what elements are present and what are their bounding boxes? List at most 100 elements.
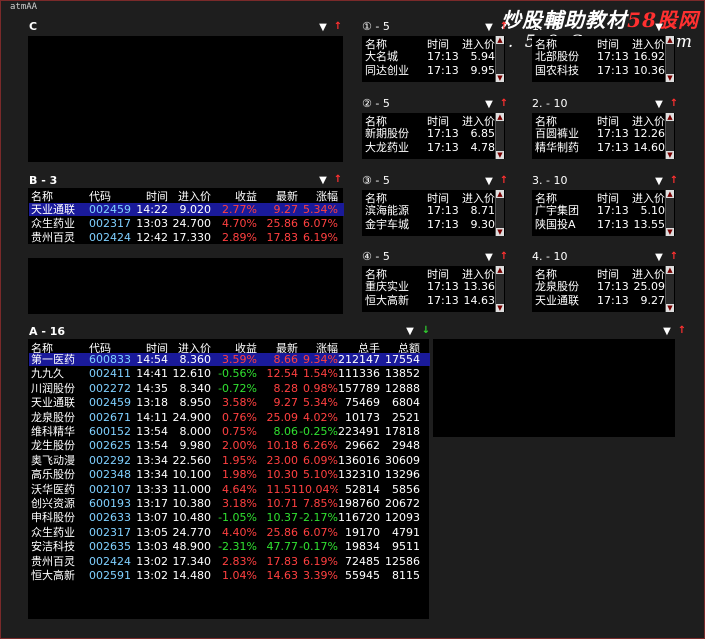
dropdown-icon[interactable]: ▼	[484, 177, 494, 187]
scrollbar[interactable]: ▲ ▼	[495, 266, 504, 312]
scrollbar[interactable]: ▲ ▼	[665, 190, 674, 236]
table-row[interactable]: 第一医药 600833 14:54 8.360 3.59% 8.66 9.34% 212147…	[29, 353, 430, 366]
cell-entry: 8.360	[179, 353, 212, 366]
scroll-up-icon[interactable]: ▲	[496, 266, 504, 274]
list-item[interactable]: 滨海能源 17:13 8.71	[365, 204, 495, 217]
table-row[interactable]: 九九久 002411 14:41 12.610 -0.56% 12.54 1.54% 1113…	[29, 367, 430, 380]
scroll-up-icon[interactable]: ▲	[496, 113, 504, 121]
scroll-down-icon[interactable]: ▼	[496, 228, 504, 236]
scrollbar[interactable]: ▲ ▼	[495, 113, 504, 159]
scroll-up-icon[interactable]: ▲	[666, 190, 674, 198]
sort-up-icon[interactable]: ↑	[499, 22, 509, 32]
list-item[interactable]: 恒大高新 17:13 14.63	[365, 294, 495, 307]
column-header[interactable]: 时间	[136, 188, 168, 204]
table-row[interactable]: 维科精华 600152 13:54 8.000 0.75% 8.06 -0.25% 22349…	[29, 425, 430, 438]
list-item[interactable]: 同达创业 17:13 9.95	[365, 64, 495, 77]
sort-up-icon[interactable]: ↑	[499, 252, 509, 262]
table-row[interactable]: 申科股份 002633 13:07 10.480 -1.05% 10.37 -2.17% 11…	[29, 511, 430, 524]
table-row[interactable]: 天业通联 002459 13:18 8.950 3.58% 9.27 5.34% 75469 6…	[29, 396, 430, 409]
sort-up-icon[interactable]: ↑	[499, 99, 509, 109]
cell-latest: 25.86	[266, 525, 299, 539]
list-item[interactable]: 新期股份 17:13 6.85	[365, 127, 495, 140]
sort-up-icon[interactable]: ↑	[333, 22, 343, 32]
scroll-up-icon[interactable]: ▲	[496, 190, 504, 198]
cell-latest: 25.09	[266, 410, 299, 424]
table-row[interactable]: 众生药业 002317 13:05 24.770 4.40% 25.86 6.07% 1917…	[29, 526, 430, 539]
sort-down-icon[interactable]: ↓	[421, 326, 431, 336]
scrollbar[interactable]: ▲ ▼	[665, 266, 674, 312]
dropdown-icon[interactable]: ▼	[654, 100, 664, 110]
column-header[interactable]: 收益	[211, 188, 257, 204]
column-header[interactable]: 进入价	[168, 188, 211, 204]
sort-up-icon[interactable]: ↑	[669, 252, 679, 262]
list-item[interactable]: 大龙药业 17:13 4.78	[365, 141, 495, 154]
scrollbar[interactable]: ▲ ▼	[665, 36, 674, 82]
sort-up-icon[interactable]: ↑	[669, 176, 679, 186]
dropdown-icon[interactable]: ▼	[405, 327, 415, 337]
list-item[interactable]: 百圆裤业 17:13 12.26	[535, 127, 665, 140]
table-row[interactable]: 贵州百灵 002424 12:42 17.330 2.89% 17.83 6.19%	[29, 231, 344, 244]
dropdown-icon[interactable]: ▼	[484, 253, 494, 263]
scroll-down-icon[interactable]: ▼	[496, 74, 504, 82]
scrollbar[interactable]: ▲ ▼	[495, 36, 504, 82]
table-row[interactable]: 创兴资源 600193 13:17 10.380 3.18% 10.71 7.85% 1987…	[29, 497, 430, 510]
table-row[interactable]: 天业通联 002459 14:22 9.020 2.77% 9.27 5.34%	[29, 203, 344, 216]
list-item[interactable]: 龙泉股份 17:13 25.09	[535, 280, 665, 293]
table-row[interactable]: 龙生股份 002625 13:54 9.980 2.00% 10.18 6.26% 29662…	[29, 439, 430, 452]
table-row[interactable]: 安洁科技 002635 13:03 48.900 -2.31% 47.77 -0.17% 19…	[29, 540, 430, 553]
dropdown-icon[interactable]: ▼	[654, 253, 664, 263]
column-header[interactable]: 涨幅	[298, 188, 338, 204]
cell-change: 7.85%	[303, 497, 338, 510]
table-row[interactable]: 奥飞动漫 002292 13:34 22.560 1.95% 23.00 6.09% 1360…	[29, 454, 430, 467]
cell-time: 13:54	[136, 439, 168, 453]
list-item[interactable]: 重庆实业 17:13 13.36	[365, 280, 495, 293]
dropdown-icon[interactable]: ▼	[654, 23, 664, 33]
table-row[interactable]: 众生药业 002317 13:03 24.700 4.70% 25.86 6.07%	[29, 217, 344, 230]
scroll-up-icon[interactable]: ▲	[496, 36, 504, 44]
column-header[interactable]: 代码	[89, 188, 136, 204]
list-item[interactable]: 精华制药 17:13 14.60	[535, 141, 665, 154]
sort-up-icon[interactable]: ↑	[677, 326, 687, 336]
cell-name: 陕国投A	[535, 218, 576, 231]
dropdown-icon[interactable]: ▼	[318, 23, 328, 33]
list-item[interactable]: 金宇车城 17:13 9.30	[365, 218, 495, 231]
list-item[interactable]: 北部股份 17:13 16.92	[535, 50, 665, 63]
table-row[interactable]: 贵州百灵 002424 13:02 17.340 2.83% 17.83 6.19% 7248…	[29, 555, 430, 568]
scroll-down-icon[interactable]: ▼	[666, 74, 674, 82]
sort-up-icon[interactable]: ↑	[499, 176, 509, 186]
sort-up-icon[interactable]: ↑	[669, 99, 679, 109]
scroll-down-icon[interactable]: ▼	[496, 151, 504, 159]
sort-up-icon[interactable]: ↑	[333, 175, 343, 185]
scroll-down-icon[interactable]: ▼	[666, 304, 674, 312]
scroll-down-icon[interactable]: ▼	[666, 228, 674, 236]
dropdown-icon[interactable]: ▼	[484, 100, 494, 110]
table-row[interactable]: 沃华医药 002107 13:33 11.000 4.64% 11.51 10.04% 528…	[29, 483, 430, 496]
list-item[interactable]: 广宇集团 17:13 5.10	[535, 204, 665, 217]
cell-time: 17:13	[597, 280, 629, 293]
list-item[interactable]: 大名城 17:13 5.94	[365, 50, 495, 63]
scroll-down-icon[interactable]: ▼	[496, 304, 504, 312]
table-row[interactable]: 川润股份 002272 14:35 8.340 -0.72% 8.28 0.98% 15778…	[29, 382, 430, 395]
dropdown-icon[interactable]: ▼	[318, 176, 328, 186]
table-row[interactable]: 龙泉股份 002671 14:11 24.900 0.76% 25.09 4.02% 1017…	[29, 411, 430, 424]
scroll-down-icon[interactable]: ▼	[666, 151, 674, 159]
list-item[interactable]: 国农科技 17:13 10.36	[535, 64, 665, 77]
sort-up-icon[interactable]: ↑	[669, 22, 679, 32]
dropdown-icon[interactable]: ▼	[654, 177, 664, 187]
table-row[interactable]: 恒大高新 002591 13:02 14.480 1.04% 14.63 3.39% 5594…	[29, 569, 430, 582]
scroll-up-icon[interactable]: ▲	[666, 266, 674, 274]
dropdown-icon[interactable]: ▼	[484, 23, 494, 33]
dropdown-icon[interactable]: ▼	[662, 327, 672, 337]
scroll-up-icon[interactable]: ▲	[666, 36, 674, 44]
cell-val: 9.95	[470, 64, 496, 77]
list-item[interactable]: 陕国投A 17:13 13.55	[535, 218, 665, 231]
table-row[interactable]: 高乐股份 002348 13:34 10.100 1.98% 10.30 5.10% 1323…	[29, 468, 430, 481]
cell-entry: 17.340	[172, 554, 212, 568]
scrollbar[interactable]: ▲ ▼	[665, 113, 674, 159]
column-header[interactable]: 最新	[257, 188, 298, 204]
cell-vol: 223491	[338, 425, 380, 438]
list-item[interactable]: 天业通联 17:13 9.27	[535, 294, 665, 307]
scrollbar[interactable]: ▲ ▼	[495, 190, 504, 236]
column-header[interactable]: 名称	[31, 188, 89, 204]
scroll-up-icon[interactable]: ▲	[666, 113, 674, 121]
